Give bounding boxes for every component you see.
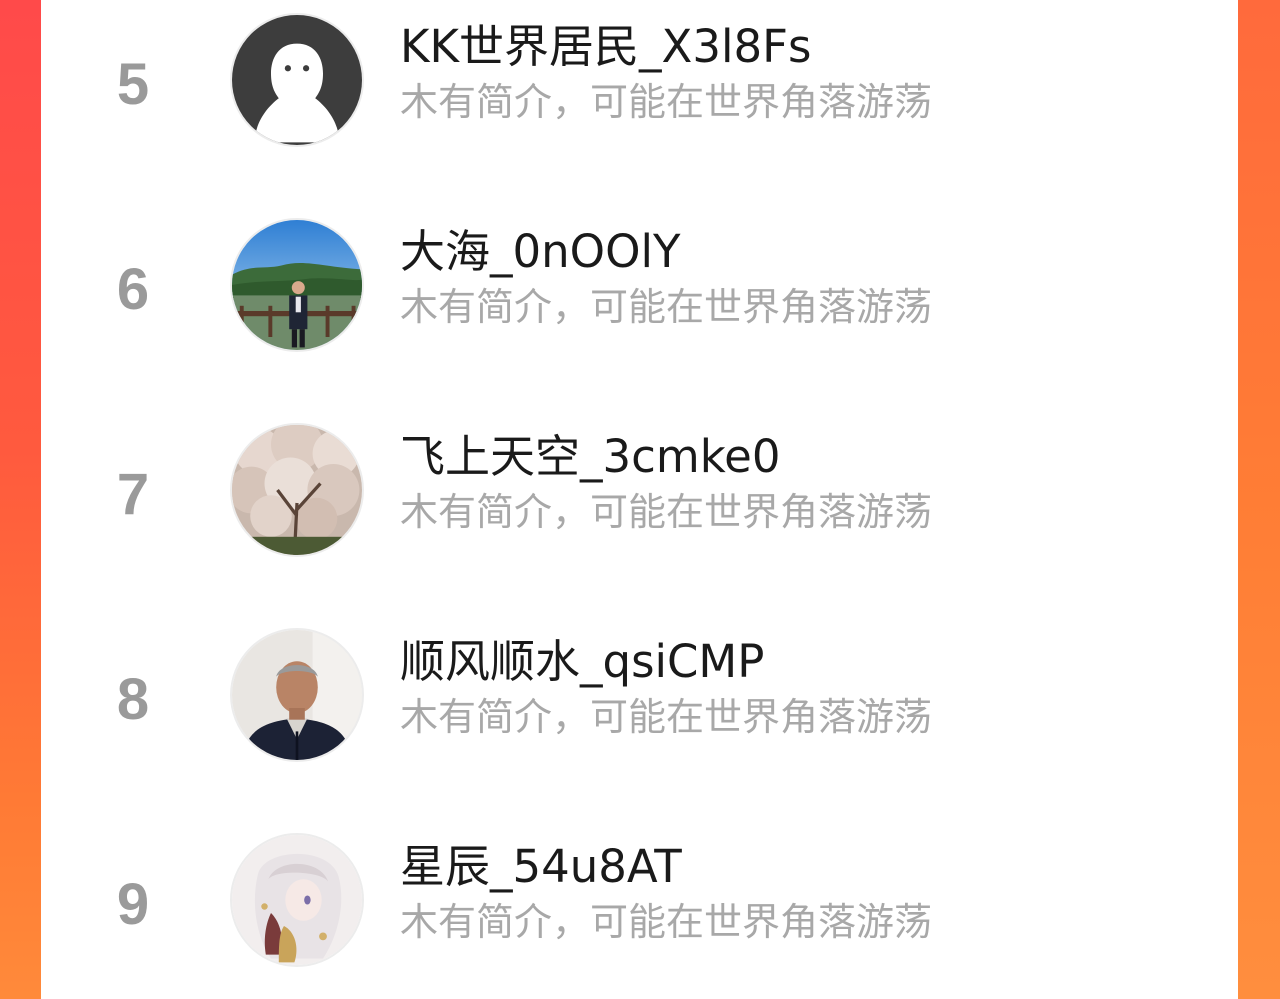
rank-number: 8 <box>116 667 150 732</box>
anime-illustration-icon <box>232 835 362 965</box>
ghost-icon <box>232 15 362 145</box>
user-name[interactable]: KK世界居民_X3l8Fs <box>400 24 811 69</box>
user-name[interactable]: 大海_0nOOlY <box>400 229 680 274</box>
page-background: 5 KK世界居民_X3l8Fs 木有简介，可能在世界角落游荡 6 大海_0nOO… <box>0 0 1280 999</box>
user-bio: 木有简介，可能在世界角落游荡 <box>400 285 933 329</box>
user-name[interactable]: 星辰_54u8AT <box>400 844 682 889</box>
user-bio: 木有简介，可能在世界角落游荡 <box>400 900 933 944</box>
user-bio: 木有简介，可能在世界角落游荡 <box>400 695 933 739</box>
rank-number: 7 <box>116 462 150 527</box>
list-item[interactable]: 8 顺风顺水_qsiCMP 木有简介，可能在世界角落游荡 <box>41 621 1238 771</box>
user-name[interactable]: 顺风顺水_qsiCMP <box>400 639 764 684</box>
man-portrait-avatar[interactable] <box>230 628 364 762</box>
default-ghost-avatar[interactable] <box>230 13 364 147</box>
list-item[interactable]: 9 星辰_54u8AT 木有简介，可能在世界角落游荡 <box>41 826 1238 976</box>
rank-number: 9 <box>116 872 150 937</box>
lake-photo-icon <box>232 220 362 350</box>
user-name[interactable]: 飞上天空_3cmke0 <box>400 434 780 479</box>
blossom-photo-icon <box>232 425 362 555</box>
lake-photo-avatar[interactable] <box>230 218 364 352</box>
list-item[interactable]: 7 飞上天空_3cmke0 木有简介，可能在世界角落游荡 <box>41 416 1238 566</box>
list-item[interactable]: 6 大海_0nOOlY 木有简介，可能在世界角落游荡 <box>41 211 1238 361</box>
user-bio: 木有简介，可能在世界角落游荡 <box>400 80 933 124</box>
rank-number: 6 <box>116 257 150 322</box>
user-bio: 木有简介，可能在世界角落游荡 <box>400 490 933 534</box>
blossom-tree-avatar[interactable] <box>230 423 364 557</box>
rank-number: 5 <box>116 52 150 117</box>
ranking-list-card: 5 KK世界居民_X3l8Fs 木有简介，可能在世界角落游荡 6 大海_0nOO… <box>41 0 1238 999</box>
portrait-photo-icon <box>232 630 362 760</box>
list-item[interactable]: 5 KK世界居民_X3l8Fs 木有简介，可能在世界角落游荡 <box>41 6 1238 156</box>
anime-girl-avatar[interactable] <box>230 833 364 967</box>
